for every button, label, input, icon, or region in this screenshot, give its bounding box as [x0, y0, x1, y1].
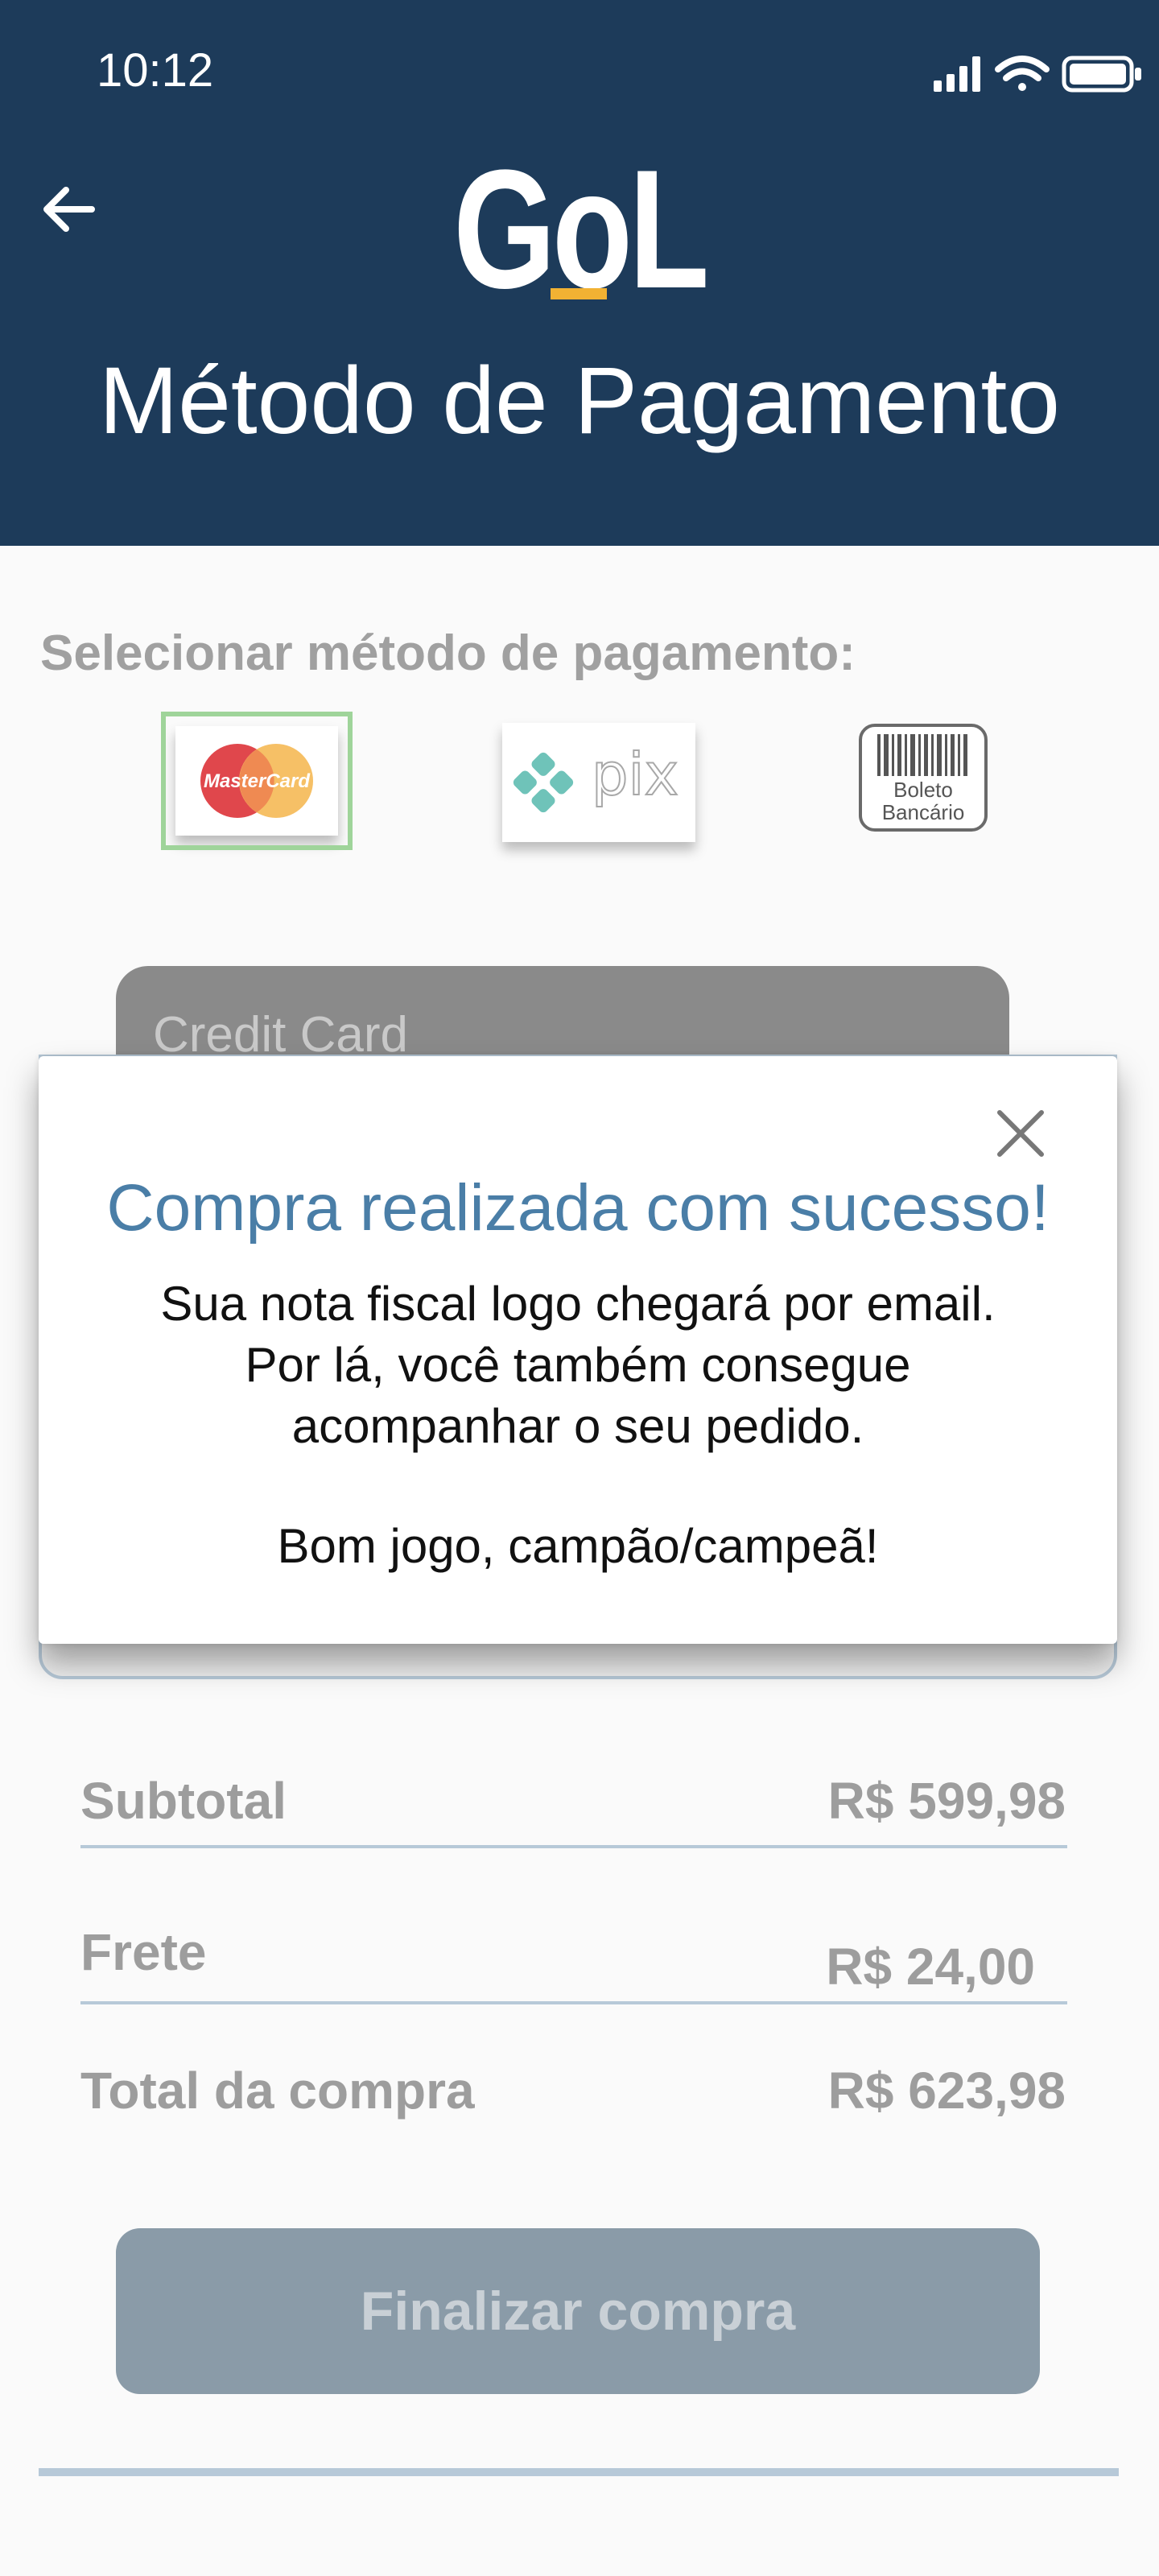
modal-message-line1: Sua nota fiscal logo chegará por email.	[160, 1277, 996, 1331]
payment-screen: 10:12 GoL Método de Pagamento Selecionar…	[0, 0, 1159, 2576]
select-method-label: Selecionar método de pagamento:	[40, 625, 856, 681]
shipping-value: R$ 24,00	[826, 1938, 1035, 1996]
shipping-label: Frete	[80, 1923, 207, 1981]
close-icon	[997, 1110, 1044, 1157]
modal-message-line3: acompanhar o seu pedido.	[291, 1399, 864, 1453]
finalize-purchase-button[interactable]: Finalizar compra	[116, 2228, 1040, 2394]
boleto-option[interactable]: Boleto Bancário	[858, 723, 988, 832]
bottom-divider	[39, 2468, 1119, 2476]
subtotal-value: R$ 599,98	[827, 1772, 1066, 1830]
back-arrow-icon	[43, 187, 95, 232]
logo-accent-bar	[551, 288, 607, 299]
mastercard-option[interactable]: MasterCard	[161, 712, 353, 850]
total-label: Total da compra	[80, 2062, 475, 2120]
modal-message: Sua nota fiscal logo chegará por email. …	[39, 1274, 1117, 1457]
modal-title: Compra realizada com sucesso!	[106, 1171, 1050, 1245]
status-icons	[934, 56, 1141, 93]
pix-option[interactable]: pix	[502, 723, 695, 842]
app-header: 10:12 GoL Método de Pagamento	[0, 0, 1159, 546]
page-title: Método de Pagamento	[99, 348, 1060, 454]
mastercard-logo-text: MasterCard	[204, 770, 311, 792]
signal-icon	[934, 56, 980, 92]
battery-icon	[1062, 56, 1141, 93]
subtotal-label: Subtotal	[80, 1772, 287, 1830]
credit-card-header: Credit Card	[116, 966, 1009, 1063]
modal-closing-message: Bom jogo, campão/campeã!	[277, 1519, 879, 1573]
boleto-text-line1: Boleto	[893, 778, 953, 802]
pix-logo-text: pix	[592, 741, 678, 808]
modal-close-button[interactable]	[988, 1101, 1053, 1166]
status-time: 10:12	[97, 44, 214, 97]
subtotal-divider	[80, 1845, 1067, 1848]
boleto-text-line2: Bancário	[882, 800, 965, 824]
shipping-divider	[80, 2001, 1067, 2004]
boleto-barcode-icon: Boleto Bancário	[859, 724, 988, 832]
success-modal: Compra realizada com sucesso! Sua nota f…	[39, 1056, 1117, 1644]
gol-logo: GoL	[453, 129, 709, 314]
pix-logo-icon: pix	[513, 740, 679, 813]
total-value: R$ 623,98	[827, 2062, 1066, 2120]
modal-message-line2: Por lá, você também consegue	[245, 1338, 911, 1392]
wifi-icon	[995, 56, 1050, 91]
back-button[interactable]	[37, 177, 101, 242]
mastercard-logo-icon: MasterCard	[200, 744, 313, 818]
